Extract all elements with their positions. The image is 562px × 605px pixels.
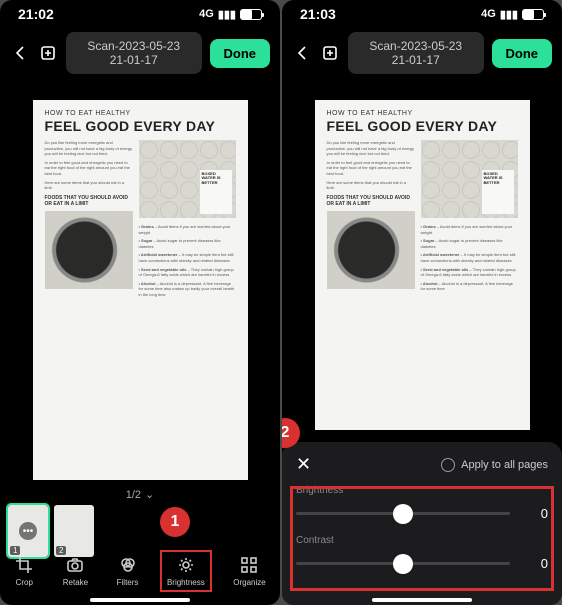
back-button[interactable] — [292, 43, 312, 63]
page-preview[interactable]: HOW TO EAT HEALTHY FEEL GOOD EVERY DAY D… — [33, 100, 248, 480]
doc-title: FEEL GOOD EVERY DAY — [45, 118, 236, 134]
clock: 21:02 — [18, 6, 54, 22]
boxed-water-label: BOXED WATER IS BETTER — [482, 170, 514, 214]
camera-icon — [65, 555, 85, 575]
status-bar: 21:03 4G ▮▮▮ — [282, 0, 562, 24]
top-toolbar: Scan-2023-05-23 21-01-17 Done — [0, 24, 280, 82]
doc-text: • Sugar – Avoid sugar to prevent disease… — [421, 238, 518, 249]
crop-button[interactable]: Crop — [8, 551, 40, 591]
doc-text: In order to feel good and energetic you … — [45, 160, 133, 177]
filters-button[interactable]: Filters — [111, 551, 145, 591]
battery-icon — [522, 9, 544, 20]
doc-text: • Artificial sweetener – It may be simpl… — [421, 252, 518, 263]
doc-image-lemons: BOXED WATER IS BETTER — [421, 140, 518, 218]
home-indicator[interactable] — [90, 598, 190, 602]
brightness-slider[interactable] — [296, 512, 510, 515]
home-indicator[interactable] — [372, 598, 472, 602]
done-button[interactable]: Done — [492, 39, 553, 68]
doc-subtitle: HOW TO EAT HEALTHY — [45, 110, 236, 117]
doc-title: FEEL GOOD EVERY DAY — [327, 118, 518, 134]
page-preview[interactable]: HOW TO EAT HEALTHY FEEL GOOD EVERY DAY D… — [315, 100, 530, 430]
signal-bars-icon: ▮▮▮ — [500, 8, 518, 21]
doc-image-lemons: BOXED WATER IS BETTER — [139, 140, 236, 218]
contrast-value: 0 — [524, 556, 548, 571]
doc-text: • Alcohol – Alcohol is a depressant. A f… — [421, 281, 518, 292]
clock: 21:03 — [300, 6, 336, 22]
doc-text: • Grains – Avoid items if you are worrie… — [421, 224, 518, 235]
doc-text: • Sugar – Avoid sugar to prevent disease… — [139, 238, 236, 249]
organize-icon — [239, 555, 259, 575]
page-indicator[interactable]: 1/2 ⌄ — [0, 488, 280, 501]
slider-thumb[interactable] — [393, 554, 413, 574]
doc-text: • Artificial sweetener – It may be simpl… — [139, 252, 236, 263]
brightness-icon — [176, 555, 196, 575]
back-button[interactable] — [10, 43, 30, 63]
brightness-button[interactable]: Brightness — [161, 551, 211, 591]
organize-button[interactable]: Organize — [227, 551, 271, 591]
crop-icon — [14, 555, 34, 575]
doc-text: • Grains – Avoid items if you are worrie… — [139, 224, 236, 235]
signal-label: 4G — [481, 8, 496, 20]
close-button[interactable]: ✕ — [296, 454, 311, 475]
chevron-down-icon: ⌄ — [145, 488, 154, 501]
doc-section-head: FOODS THAT YOU SHOULD AVOID OR EAT IN A … — [327, 195, 415, 207]
phone-left: 21:02 4G ▮▮▮ Scan-2023-05-23 21-01-17 Do… — [0, 0, 280, 605]
brightness-label: Brightness — [296, 485, 548, 496]
signal-label: 4G — [199, 8, 214, 20]
doc-text: Do you like feeling more energetic and p… — [45, 140, 133, 157]
signal-bars-icon: ▮▮▮ — [218, 8, 236, 21]
contrast-slider[interactable] — [296, 562, 510, 565]
more-icon[interactable]: ••• — [19, 522, 37, 540]
radio-icon — [441, 458, 455, 472]
document-title[interactable]: Scan-2023-05-23 21-01-17 — [348, 32, 484, 74]
doc-subtitle: HOW TO EAT HEALTHY — [327, 110, 518, 117]
phone-right: 21:03 4G ▮▮▮ Scan-2023-05-23 21-01-17 Do… — [282, 0, 562, 605]
slider-thumb[interactable] — [393, 504, 413, 524]
brightness-panel: ✕ Apply to all pages Brightness 0 Contra… — [282, 442, 562, 605]
doc-image-coffee — [327, 211, 415, 289]
contrast-label: Contrast — [296, 535, 548, 546]
brightness-value: 0 — [524, 506, 548, 521]
bottom-bar: Crop Retake Filters Brightness Organize — [0, 545, 280, 605]
add-page-button[interactable] — [320, 43, 340, 63]
document-title[interactable]: Scan-2023-05-23 21-01-17 — [66, 32, 202, 74]
doc-text: • Seed and vegetable oils – They contain… — [421, 267, 518, 278]
doc-text: Do you like feeling more energetic and p… — [327, 140, 415, 157]
retake-button[interactable]: Retake — [57, 551, 94, 591]
contrast-slider-group: Contrast 0 — [296, 535, 548, 571]
status-bar: 21:02 4G ▮▮▮ — [0, 0, 280, 24]
doc-text: In order to feel good and energetic you … — [327, 160, 415, 177]
doc-image-coffee — [45, 211, 133, 289]
top-toolbar: Scan-2023-05-23 21-01-17 Done — [282, 24, 562, 82]
apply-all-toggle[interactable]: Apply to all pages — [441, 458, 548, 472]
doc-section-head: FOODS THAT YOU SHOULD AVOID OR EAT IN A … — [45, 195, 133, 207]
doc-text: Here are some items that you should eat … — [45, 180, 133, 191]
add-page-button[interactable] — [38, 43, 58, 63]
doc-text: • Seed and vegetable oils – They contain… — [139, 267, 236, 278]
doc-text: Here are some items that you should eat … — [327, 180, 415, 191]
doc-text: • Alcohol – Alcohol is a depressant. A f… — [139, 281, 236, 298]
battery-icon — [240, 9, 262, 20]
boxed-water-label: BOXED WATER IS BETTER — [200, 170, 232, 214]
filters-icon — [118, 555, 138, 575]
done-button[interactable]: Done — [210, 39, 271, 68]
annotation-marker-1: 1 — [160, 507, 190, 537]
brightness-slider-group: Brightness 0 — [296, 485, 548, 521]
